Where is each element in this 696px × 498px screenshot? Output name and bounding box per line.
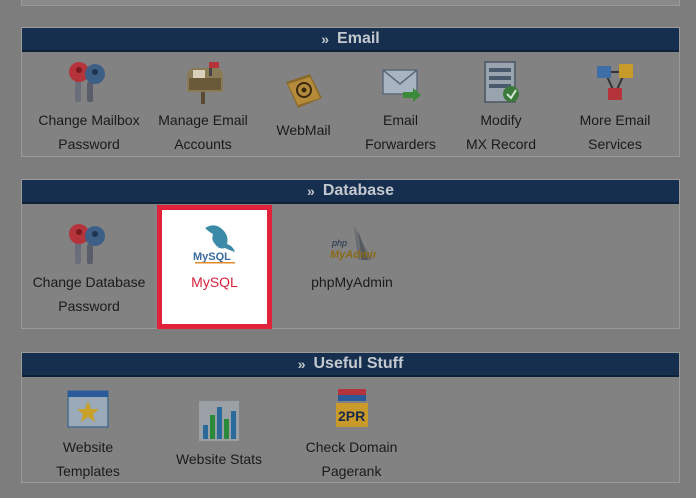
network-icon: [597, 64, 633, 100]
phpmyadmin-link[interactable]: php MyAdmin phpMyAdmin: [297, 220, 407, 294]
keys-icon: [69, 224, 105, 264]
forward-envelope-icon: [381, 69, 421, 102]
useful-stuff-section-header: » Useful Stuff: [22, 353, 679, 377]
website-templates-link[interactable]: Website Templates: [38, 385, 138, 483]
email-section: » Email Change Mailbox Password Manage E…: [21, 27, 680, 157]
mx-record-icon: [484, 61, 519, 103]
mailbox-icon: [187, 62, 223, 104]
item-label-line1: Check Domain: [305, 439, 398, 455]
manage-email-accounts-link[interactable]: Manage Email Accounts: [149, 58, 257, 156]
previous-section-edge: [21, 0, 680, 6]
pagerank-logo-text: 2PR: [338, 408, 365, 424]
pagerank-icon: 2PR: [335, 389, 368, 427]
item-label-line1: Modify: [480, 112, 522, 128]
item-label-line1: Manage Email: [158, 112, 248, 128]
database-section-title: Database: [322, 182, 394, 199]
change-database-password-link[interactable]: Change Database Password: [24, 220, 154, 318]
database-section: » Database Change Database Password php …: [21, 179, 680, 329]
check-domain-pagerank-link[interactable]: 2PR Check Domain Pagerank: [294, 385, 409, 483]
mysql-highlight-box: MySQL MySQL: [157, 205, 272, 329]
template-star-icon: [67, 390, 109, 428]
mysql-logo-text: MySQL: [193, 251, 231, 263]
item-label-line1: phpMyAdmin: [311, 274, 393, 290]
bar-chart-icon: [199, 401, 239, 441]
item-label-line1: Website Stats: [175, 451, 263, 467]
item-label-line2: Templates: [56, 463, 120, 479]
database-section-header: » Database: [22, 180, 679, 204]
mysql-link[interactable]: MySQL MySQL: [162, 220, 267, 294]
modify-mx-record-link[interactable]: Modify MX Record: [451, 58, 551, 156]
php-logo-text: php: [331, 238, 347, 248]
keys-icon: [69, 62, 105, 102]
chevron-icon: »: [321, 31, 330, 47]
useful-stuff-section-title: Useful Stuff: [313, 355, 404, 372]
email-section-header: » Email: [22, 28, 679, 52]
item-label-line1: More Email: [579, 112, 651, 128]
item-label-line1: Change Mailbox: [38, 112, 140, 128]
chevron-icon: »: [297, 356, 306, 372]
myadmin-logo-text: MyAdmin: [330, 249, 376, 261]
email-section-title: Email: [337, 30, 380, 47]
change-mailbox-password-link[interactable]: Change Mailbox Password: [29, 58, 149, 156]
email-forwarders-link[interactable]: Email Forwarders: [350, 58, 451, 156]
item-label-line2: Forwarders: [365, 136, 436, 152]
item-label-line1: Website: [62, 439, 114, 455]
item-label-line2: Pagerank: [321, 463, 382, 479]
item-label-line1: Email: [382, 112, 418, 128]
item-label-line2: MX Record: [465, 136, 537, 152]
item-label-line1: WebMail: [276, 122, 331, 138]
more-email-services-link[interactable]: More Email Services: [551, 58, 679, 156]
item-label-line1: MySQL: [191, 274, 238, 290]
item-label-line2: Accounts: [174, 136, 232, 152]
item-label-line2: Password: [58, 298, 120, 314]
item-label-line2: Password: [58, 136, 120, 152]
mysql-dolphin-icon: MySQL: [193, 225, 235, 264]
item-label-line2: Services: [588, 136, 642, 152]
useful-stuff-section: » Useful Stuff Website Templates Website…: [21, 352, 680, 483]
webmail-link[interactable]: WebMail: [257, 68, 350, 142]
website-stats-link[interactable]: Website Stats: [164, 397, 274, 471]
phpmyadmin-icon: php MyAdmin: [330, 226, 376, 261]
address-book-icon: [285, 74, 322, 108]
item-label-line1: Change Database: [32, 274, 146, 290]
chevron-icon: »: [307, 183, 315, 199]
